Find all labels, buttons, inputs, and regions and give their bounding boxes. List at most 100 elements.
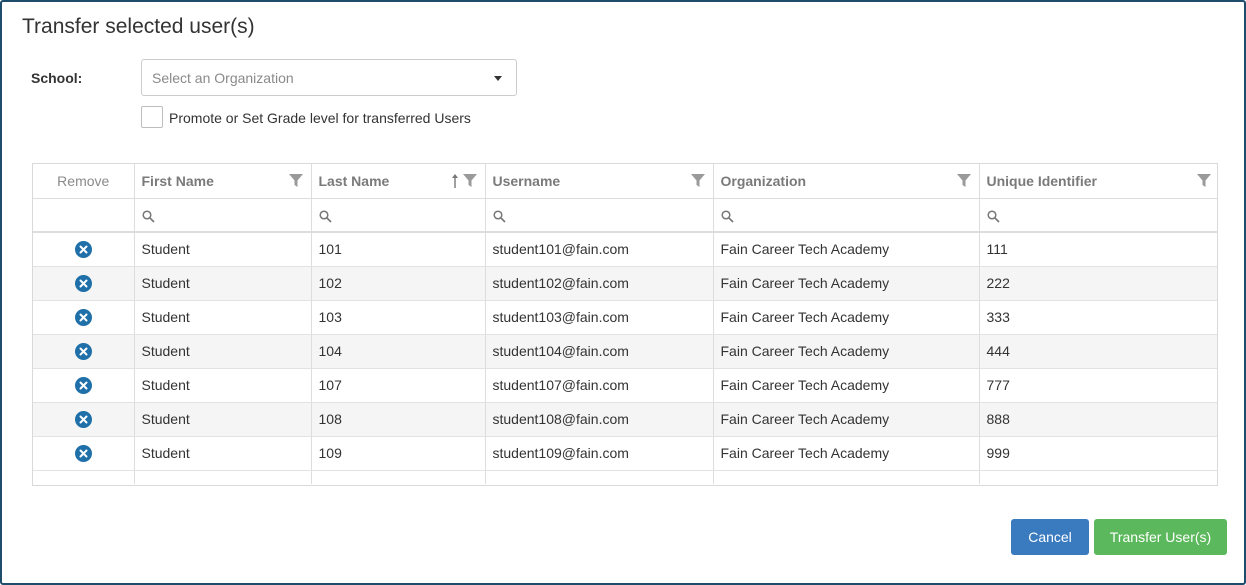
table-row: Student 102 student102@fain.com Fain Car…	[33, 266, 1217, 301]
transfer-users-button[interactable]: Transfer User(s)	[1094, 519, 1227, 555]
remove-circle-icon[interactable]	[74, 274, 92, 292]
cell-first-name: Student	[134, 334, 312, 369]
filter-row	[33, 198, 1217, 233]
cell-last-name: 102	[311, 266, 486, 301]
empty-cell	[485, 470, 714, 484]
empty-cell	[979, 470, 1217, 484]
cell-last-name: 109	[311, 436, 486, 471]
filter-cell-last-name[interactable]	[311, 198, 486, 233]
filter-cell-organization[interactable]	[713, 198, 980, 233]
empty-cell	[311, 470, 486, 484]
remove-cell	[33, 334, 135, 369]
cell-unique-identifier: 888	[979, 402, 1217, 437]
chevron-down-icon	[494, 76, 502, 81]
search-icon	[492, 209, 506, 223]
column-header-label: First Name	[141, 172, 214, 189]
filter-icon[interactable]	[956, 174, 971, 188]
filter-cell-remove	[33, 198, 135, 233]
table-row: Student 104 student104@fain.com Fain Car…	[33, 334, 1217, 369]
column-header-remove: Remove	[33, 164, 135, 199]
column-header-username[interactable]: Username	[485, 164, 714, 199]
organization-select[interactable]: Select an Organization	[141, 59, 517, 96]
filter-icon[interactable]	[1197, 174, 1211, 188]
transfer-users-dialog: Transfer selected user(s) School: Select…	[0, 0, 1246, 585]
filter-cell-unique-identifier[interactable]	[979, 198, 1217, 233]
cell-organization: Fain Career Tech Academy	[713, 232, 980, 267]
table-row: Student 107 student107@fain.com Fain Car…	[33, 368, 1217, 403]
remove-cell	[33, 232, 135, 267]
filter-icon[interactable]	[288, 174, 303, 188]
cell-last-name: 104	[311, 334, 486, 369]
column-header-label: Organization	[720, 172, 807, 189]
filter-icon[interactable]	[690, 174, 705, 188]
remove-circle-icon[interactable]	[74, 342, 92, 360]
users-grid: Remove First Name Last Name Username Org…	[32, 163, 1218, 486]
cell-last-name: 103	[311, 300, 486, 335]
remove-circle-icon[interactable]	[74, 241, 92, 259]
column-header-first-name[interactable]: First Name	[134, 164, 312, 199]
cell-last-name: 107	[311, 368, 486, 403]
remove-circle-icon[interactable]	[74, 410, 92, 428]
cell-first-name: Student	[134, 266, 312, 301]
cell-username: student104@fain.com	[485, 334, 714, 369]
remove-cell	[33, 436, 135, 471]
organization-select-placeholder: Select an Organization	[152, 69, 294, 86]
remove-cell	[33, 300, 135, 335]
table-row: Student 101 student101@fain.com Fain Car…	[33, 232, 1217, 267]
remove-circle-icon[interactable]	[74, 444, 92, 462]
column-header-last-name[interactable]: Last Name	[311, 164, 486, 199]
filter-cell-username[interactable]	[485, 198, 714, 233]
search-icon	[720, 209, 734, 223]
column-header-label: Last Name	[318, 172, 390, 189]
column-header-label: Unique Identifier	[986, 172, 1097, 189]
cell-first-name: Student	[134, 232, 312, 267]
empty-cell	[134, 470, 312, 484]
cell-first-name: Student	[134, 300, 312, 335]
cell-username: student101@fain.com	[485, 232, 714, 267]
cell-organization: Fain Career Tech Academy	[713, 300, 980, 335]
remove-cell	[33, 368, 135, 403]
sort-ascending-icon	[451, 174, 458, 188]
cell-username: student103@fain.com	[485, 300, 714, 335]
promote-checkbox-label[interactable]: Promote or Set Grade level for transferr…	[169, 110, 471, 126]
cell-organization: Fain Career Tech Academy	[713, 334, 980, 369]
promote-checkbox[interactable]	[141, 106, 163, 128]
cell-last-name: 108	[311, 402, 486, 437]
cell-unique-identifier: 222	[979, 266, 1217, 301]
filter-icon[interactable]	[462, 174, 477, 188]
search-icon	[986, 209, 1000, 223]
cell-organization: Fain Career Tech Academy	[713, 402, 980, 437]
remove-cell	[33, 266, 135, 301]
cell-organization: Fain Career Tech Academy	[713, 436, 980, 471]
remove-circle-icon[interactable]	[74, 308, 92, 326]
table-row: Student 109 student109@fain.com Fain Car…	[33, 436, 1217, 471]
cell-unique-identifier: 999	[979, 436, 1217, 471]
cancel-button[interactable]: Cancel	[1011, 519, 1089, 555]
cell-unique-identifier: 777	[979, 368, 1217, 403]
cell-last-name: 101	[311, 232, 486, 267]
cell-organization: Fain Career Tech Academy	[713, 368, 980, 403]
cell-unique-identifier: 111	[979, 232, 1217, 267]
column-header-label: Username	[492, 172, 561, 189]
cell-first-name: Student	[134, 436, 312, 471]
empty-cell	[33, 470, 135, 484]
cell-username: student107@fain.com	[485, 368, 714, 403]
dialog-title: Transfer selected user(s)	[22, 15, 255, 38]
cell-organization: Fain Career Tech Academy	[713, 266, 980, 301]
cell-username: student102@fain.com	[485, 266, 714, 301]
table-row: Student 103 student103@fain.com Fain Car…	[33, 300, 1217, 335]
column-header-unique-identifier[interactable]: Unique Identifier	[979, 164, 1217, 199]
cell-first-name: Student	[134, 368, 312, 403]
empty-row	[33, 470, 1217, 484]
column-header-organization[interactable]: Organization	[713, 164, 980, 199]
search-icon	[318, 209, 332, 223]
cell-first-name: Student	[134, 402, 312, 437]
filter-cell-first-name[interactable]	[134, 198, 312, 233]
cell-username: student108@fain.com	[485, 402, 714, 437]
table-row: Student 108 student108@fain.com Fain Car…	[33, 402, 1217, 437]
remove-circle-icon[interactable]	[74, 376, 92, 394]
cell-username: student109@fain.com	[485, 436, 714, 471]
remove-cell	[33, 402, 135, 437]
search-icon	[141, 209, 155, 223]
cell-unique-identifier: 444	[979, 334, 1217, 369]
